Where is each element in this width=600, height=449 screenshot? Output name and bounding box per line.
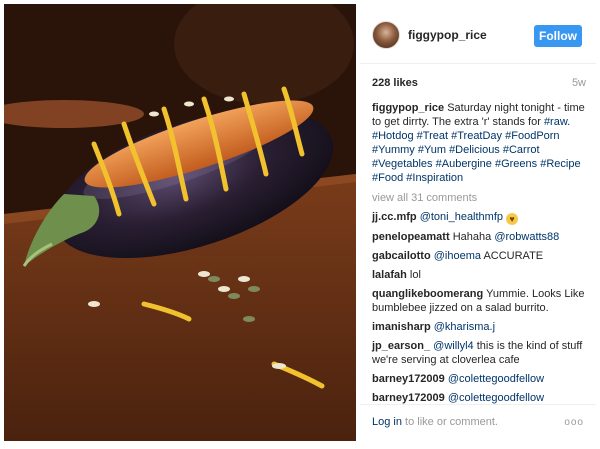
hashtag[interactable]: #Vegetables bbox=[372, 158, 433, 170]
comment-text: ACCURATE bbox=[483, 250, 544, 262]
comment-mention[interactable]: @kharisma.j bbox=[434, 321, 495, 333]
hashtag[interactable]: #Carrot bbox=[503, 144, 540, 156]
hashtag[interactable]: #Food bbox=[372, 172, 403, 184]
comment-item: barney172009 @colettegoodfellow bbox=[372, 372, 590, 386]
kiss-emoji-icon: ♥ bbox=[506, 213, 519, 225]
hashtag[interactable]: #Treat bbox=[417, 130, 448, 142]
login-prompt-text: to like or comment. bbox=[405, 416, 498, 428]
comment-username[interactable]: jp_earson_ bbox=[372, 340, 430, 352]
comment-mention[interactable]: @colettegoodfellow bbox=[448, 373, 544, 385]
hashtag[interactable]: #Delicious bbox=[449, 144, 500, 156]
comment-item: lalafah lol bbox=[372, 268, 590, 282]
post-photo[interactable] bbox=[4, 4, 356, 441]
comment-text: Hahaha bbox=[452, 231, 492, 243]
post-footer: Log in to like or comment. ooo bbox=[360, 404, 596, 441]
hashtag[interactable]: #Recipe bbox=[540, 158, 580, 170]
login-link[interactable]: Log in bbox=[372, 416, 402, 428]
comment-item: imanisharp @kharisma.j bbox=[372, 320, 590, 334]
profile-avatar[interactable] bbox=[372, 21, 400, 49]
hashtag[interactable]: #FoodPorn bbox=[505, 130, 559, 142]
comment-item: jp_earson_ @willyl4 this is the kind of … bbox=[372, 339, 590, 367]
comment-username[interactable]: penelopeamatt bbox=[372, 231, 450, 243]
hashtag[interactable]: #TreatDay bbox=[451, 130, 502, 142]
comment-mention[interactable]: @robwatts88 bbox=[494, 231, 559, 243]
hashtag[interactable]: #Yum bbox=[418, 144, 446, 156]
food-image bbox=[4, 4, 356, 441]
comment-username[interactable]: lalafah bbox=[372, 269, 407, 281]
comment-username[interactable]: quanglikeboomerang bbox=[372, 288, 483, 300]
hashtag[interactable]: #Greens bbox=[495, 158, 537, 170]
instagram-post: figgypop_rice Follow 228 likes 5w figgyp… bbox=[0, 0, 600, 449]
hashtag[interactable]: #Hotdog bbox=[372, 130, 414, 142]
comment-mention[interactable]: @toni_healthmfp bbox=[420, 211, 503, 223]
more-options-icon[interactable]: ooo bbox=[564, 417, 584, 428]
post-sidebar: figgypop_rice Follow 228 likes 5w figgyp… bbox=[360, 4, 596, 441]
login-prompt: Log in to like or comment. bbox=[372, 416, 498, 428]
comment-username[interactable]: gabcailotto bbox=[372, 250, 431, 262]
hashtag[interactable]: #Aubergine bbox=[436, 158, 492, 170]
comment-item: gabcailotto @ihoema ACCURATE bbox=[372, 249, 590, 263]
comment-item: penelopeamatt Hahaha @robwatts88 bbox=[372, 230, 590, 244]
comment-username[interactable]: barney172009 bbox=[372, 373, 445, 385]
post-header: figgypop_rice Follow bbox=[360, 4, 596, 64]
comment-item: barney172009 @colettegoodfellow bbox=[372, 391, 590, 405]
follow-button[interactable]: Follow bbox=[534, 25, 582, 47]
comment-username[interactable]: imanisharp bbox=[372, 321, 431, 333]
likes-count[interactable]: 228 likes bbox=[372, 77, 418, 89]
view-all-comments-link[interactable]: view all 31 comments bbox=[372, 191, 590, 205]
hashtag[interactable]: #Inspiration bbox=[406, 172, 463, 184]
comment-mention[interactable]: @willyl4 bbox=[433, 340, 474, 352]
comments-list: figgypop_rice Saturday night tonight - t… bbox=[372, 101, 590, 410]
comment-username[interactable]: barney172009 bbox=[372, 392, 445, 404]
comment-mention[interactable]: @ihoema bbox=[434, 250, 481, 262]
comment-item: quanglikeboomerang Yummie. Looks Like bu… bbox=[372, 287, 590, 315]
comment-username[interactable]: jj.cc.mfp bbox=[372, 211, 417, 223]
hashtag[interactable]: #Yummy bbox=[372, 144, 415, 156]
comment-mention[interactable]: @colettegoodfellow bbox=[448, 392, 544, 404]
hashtag[interactable]: #raw. bbox=[544, 116, 570, 128]
post-username[interactable]: figgypop_rice bbox=[408, 28, 487, 42]
post-age[interactable]: 5w bbox=[572, 77, 586, 89]
caption-username[interactable]: figgypop_rice bbox=[372, 102, 444, 114]
comment-item: jj.cc.mfp @toni_healthmfp ♥ bbox=[372, 210, 590, 225]
post-caption: figgypop_rice Saturday night tonight - t… bbox=[372, 101, 590, 185]
comment-text: lol bbox=[409, 269, 421, 281]
